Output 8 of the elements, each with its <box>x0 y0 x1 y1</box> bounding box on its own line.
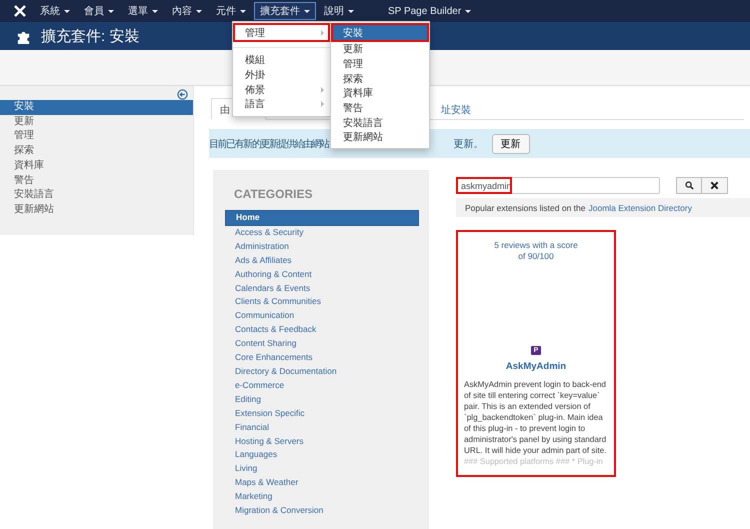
page-title: 擴充套件: 安裝 <box>41 26 140 46</box>
alert-text: 目前已有新的更新提供給由網站 <box>209 138 329 150</box>
reviews-text: 5 reviews with a score of 90/100 <box>493 240 579 262</box>
info-text: Popular extensions listed on the <box>465 202 586 212</box>
alert-text: 更新。 <box>454 138 484 150</box>
extension-description: AskMyAdmin prevent login to back-end of site till entering correct `key=value` pair. This is an extended version of `plg_backendtoken` plug-in. Main idea of this plug-in - to prevent login to administrator's panel by using standard URL. It will hide your admin part of site. <box>464 379 608 456</box>
extension-description: ### Supported platforms ### * Plug-in <box>464 456 603 467</box>
categories-title: CATEGORIES <box>234 187 314 201</box>
